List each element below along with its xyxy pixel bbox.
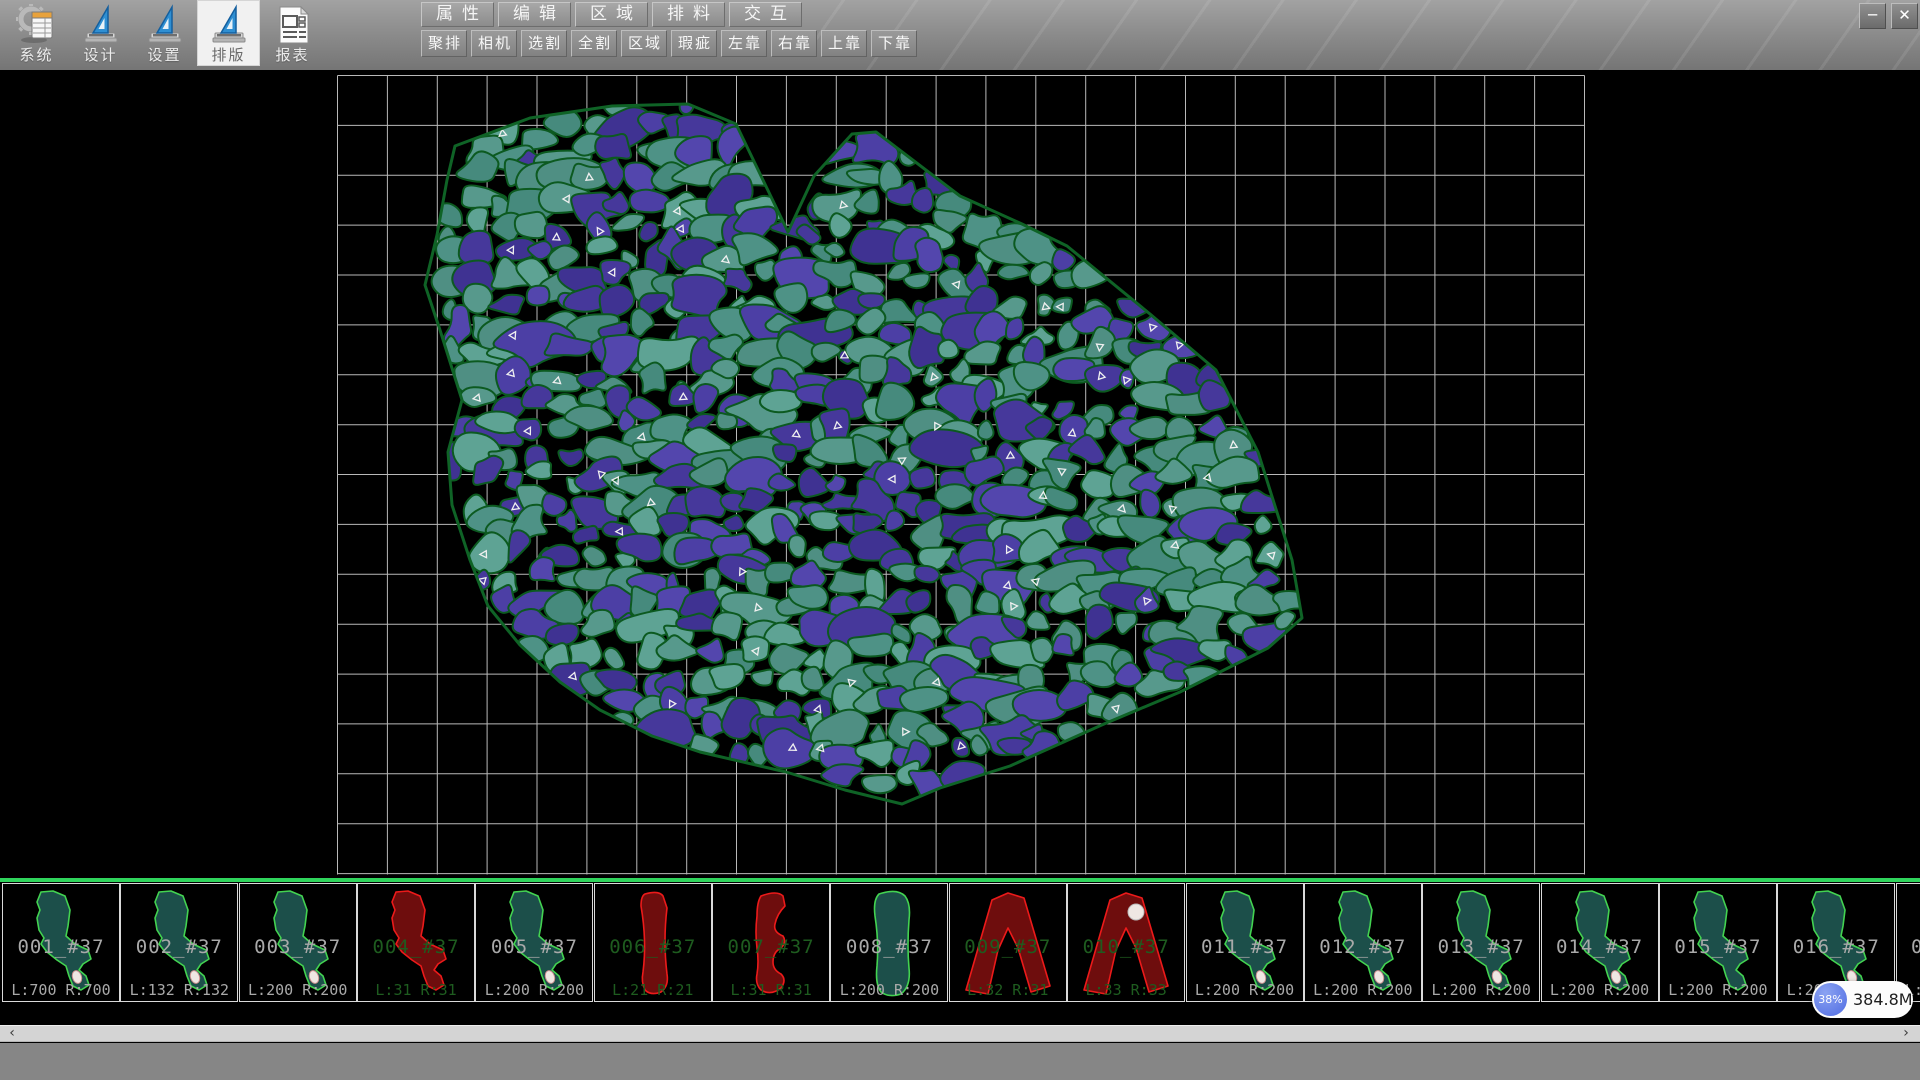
part-lr-count: L:21 R:21 — [595, 981, 711, 999]
part-id-label: 006_#37 — [595, 936, 711, 958]
action-button-snap-right[interactable]: 右靠 — [771, 30, 817, 57]
part-id-label: 001_#37 — [3, 936, 119, 958]
action-button-snap-up[interactable]: 上靠 — [821, 30, 867, 57]
report-icon — [272, 4, 314, 46]
minimize-button[interactable]: ─ — [1859, 3, 1886, 29]
memory-size-label: 384.8M — [1853, 981, 1913, 1018]
scroll-left-arrow[interactable]: ‹ — [4, 1026, 20, 1041]
part-thumbnail-008_#37[interactable]: 008_#37 L:200 R:200 — [830, 883, 948, 1002]
part-id-label: 012_#37 — [1305, 936, 1421, 958]
part-lr-count: L:33 R:33 — [1068, 981, 1184, 999]
part-thumbnail-007_#37[interactable]: 007_#37 L:31 R:31 — [712, 883, 830, 1002]
part-lr-count: L:32 R:31 — [950, 981, 1066, 999]
parts-strip: 001_#37 L:700 R:700 002_#37 L:132 R:132 00… — [0, 882, 1920, 1003]
app-button-label: 系统 — [5, 44, 68, 65]
part-lr-count: L:200 R:200 — [476, 981, 592, 999]
part-thumbnail-012_#37[interactable]: 012_#37 L:200 R:200 — [1304, 883, 1422, 1002]
nesting-canvas[interactable] — [0, 70, 1920, 882]
toolbar-hatch-decoration — [810, 0, 1920, 70]
action-button-cluster-nest[interactable]: 聚排 — [421, 30, 467, 57]
part-thumbnail-011_#37[interactable]: 011_#37 L:200 R:200 — [1186, 883, 1304, 1002]
system-icon — [16, 4, 58, 46]
menu-tab-attributes[interactable]: 属性 — [421, 2, 494, 27]
action-button-snap-down[interactable]: 下靠 — [871, 30, 917, 57]
part-id-label: 007_#37 — [713, 936, 829, 958]
part-thumbnail-004_#37[interactable]: 004_#37 L:31 R:31 — [357, 883, 475, 1002]
status-bar — [0, 1043, 1920, 1080]
menu-tab-nest[interactable]: 排料 — [652, 2, 725, 27]
part-lr-count: L:700 R:700 — [3, 981, 119, 999]
part-id-label: 002_#37 — [121, 936, 237, 958]
action-button-area[interactable]: 区域 — [621, 30, 667, 57]
part-id-label: 017_#37 — [1897, 936, 1920, 958]
action-button-snap-left[interactable]: 左靠 — [721, 30, 767, 57]
part-thumbnail-003_#37[interactable]: 003_#37 L:200 R:200 — [239, 883, 357, 1002]
nested-pieces — [432, 97, 1307, 806]
action-button-select-cut[interactable]: 选割 — [521, 30, 567, 57]
part-id-label: 005_#37 — [476, 936, 592, 958]
part-thumbnail-009_#37[interactable]: 009_#37 L:32 R:31 — [949, 883, 1067, 1002]
part-thumbnail-010_#37[interactable]: 010_#37 L:33 R:33 — [1067, 883, 1185, 1002]
action-button-defect[interactable]: 瑕疵 — [671, 30, 717, 57]
part-thumbnail-002_#37[interactable]: 002_#37 L:132 R:132 — [120, 883, 238, 1002]
part-thumbnail-015_#37[interactable]: 015_#37 L:200 R:200 — [1659, 883, 1777, 1002]
part-thumbnail-013_#37[interactable]: 013_#37 L:200 R:200 — [1422, 883, 1540, 1002]
part-thumbnail-005_#37[interactable]: 005_#37 L:200 R:200 — [475, 883, 593, 1002]
app-button-label: 排版 — [197, 44, 260, 65]
action-button-camera[interactable]: 相机 — [471, 30, 517, 57]
app-button-label: 设置 — [133, 44, 196, 65]
app-button-design[interactable]: 设计 — [69, 0, 132, 66]
part-thumbnail-006_#37[interactable]: 006_#37 L:21 R:21 — [594, 883, 712, 1002]
scroll-right-arrow[interactable]: › — [1898, 1026, 1914, 1041]
part-id-label: 014_#37 — [1542, 936, 1658, 958]
part-id-label: 010_#37 — [1068, 936, 1184, 958]
part-lr-count: L:200 R:200 — [1660, 981, 1776, 999]
part-id-label: 015_#37 — [1660, 936, 1776, 958]
ruler-icon — [144, 4, 186, 46]
menu-tab-region[interactable]: 区域 — [575, 2, 648, 27]
progress-percent: 38% — [1814, 983, 1847, 1016]
app-button-label: 设计 — [69, 44, 132, 65]
ruler-icon — [80, 4, 122, 46]
part-thumbnail-014_#37[interactable]: 014_#37 L:200 R:200 — [1541, 883, 1659, 1002]
part-id-label: 016_#37 — [1778, 936, 1894, 958]
part-lr-count: L:200 R:200 — [1305, 981, 1421, 999]
part-id-label: 009_#37 — [950, 936, 1066, 958]
part-lr-count: L:31 R:31 — [713, 981, 829, 999]
app-button-nesting[interactable]: 排版 — [197, 0, 260, 66]
action-button-cut-all[interactable]: 全割 — [571, 30, 617, 57]
close-button[interactable]: ✕ — [1891, 3, 1918, 29]
part-lr-count: L:31 R:31 — [358, 981, 474, 999]
part-lr-count: L:200 R:200 — [831, 981, 947, 999]
progress-badge[interactable]: 38% 384.8M — [1812, 981, 1913, 1018]
part-id-label: 004_#37 — [358, 936, 474, 958]
main-toolbar: 系统 设计 设置 排版 报表 属性编辑区域排料交互 聚排相机选割全割区域瑕疵左靠… — [0, 0, 1920, 70]
app-button-setup[interactable]: 设置 — [133, 0, 196, 66]
part-id-label: 013_#37 — [1423, 936, 1539, 958]
part-lr-count: L:200 R:200 — [1187, 981, 1303, 999]
menu-tab-interact[interactable]: 交互 — [729, 2, 802, 27]
strip-scrollbar[interactable]: ‹ › — [0, 1025, 1920, 1042]
part-lr-count: L:132 R:132 — [121, 981, 237, 999]
part-id-label: 008_#37 — [831, 936, 947, 958]
part-lr-count: L:200 R:200 — [240, 981, 356, 999]
app-button-system[interactable]: 系统 — [5, 0, 68, 66]
part-thumbnail-001_#37[interactable]: 001_#37 L:700 R:700 — [2, 883, 120, 1002]
ruler-icon — [208, 4, 250, 46]
application-window: 系统 设计 设置 排版 报表 属性编辑区域排料交互 聚排相机选割全割区域瑕疵左靠… — [0, 0, 1920, 1080]
app-button-report[interactable]: 报表 — [261, 0, 324, 66]
menu-tab-edit[interactable]: 编辑 — [498, 2, 571, 27]
part-id-label: 003_#37 — [240, 936, 356, 958]
part-id-label: 011_#37 — [1187, 936, 1303, 958]
app-button-label: 报表 — [261, 44, 324, 65]
part-lr-count: L:200 R:200 — [1423, 981, 1539, 999]
part-lr-count: L:200 R:200 — [1542, 981, 1658, 999]
